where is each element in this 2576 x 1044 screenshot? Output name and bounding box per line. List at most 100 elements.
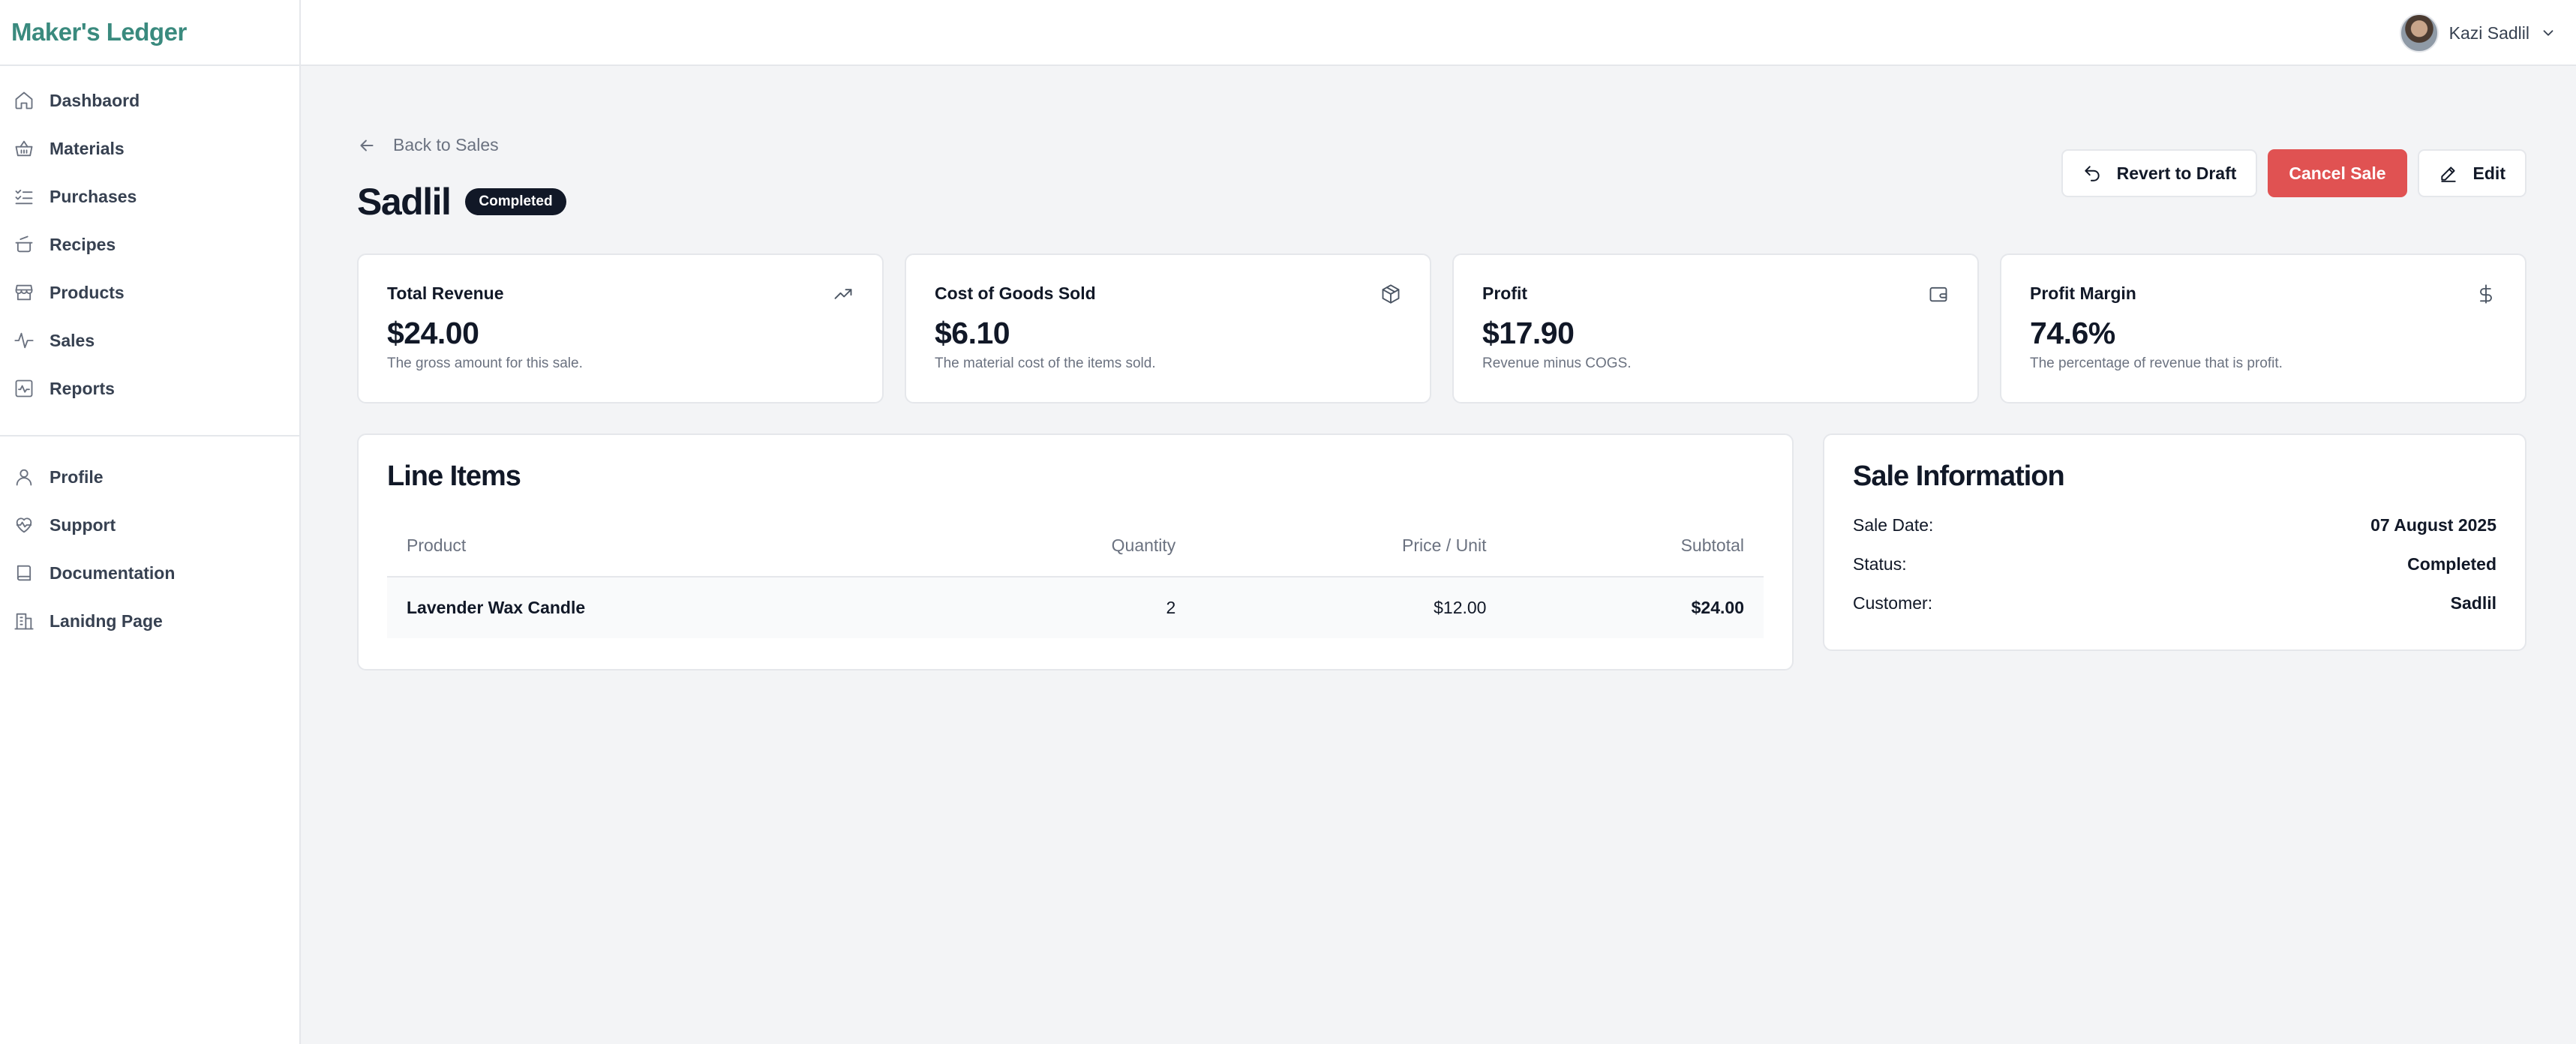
status-badge: Completed (465, 188, 566, 215)
edit-button-label: Edit (2472, 163, 2505, 183)
column-header-product: Product (387, 515, 935, 578)
sidebar-item-label: Dashbaord (50, 90, 140, 110)
undo-icon (2082, 164, 2102, 183)
package-icon (1380, 284, 1401, 304)
sale-information-title: Sale Information (1853, 460, 2065, 492)
stat-card-profit-margin: Profit Margin 74.6% The percentage of re… (2000, 254, 2526, 404)
cell-product: Lavender Wax Candle (387, 577, 935, 638)
stat-description: Revenue minus COGS. (1482, 356, 1632, 371)
info-label: Sale Date: (1853, 515, 1934, 535)
info-row-status: Status: Completed (1853, 554, 2496, 574)
sidebar-item-purchases[interactable]: Purchases (0, 172, 299, 220)
stat-value: $24.00 (387, 316, 479, 350)
back-to-sales-link[interactable]: Back to Sales (357, 135, 499, 155)
chevron-down-icon[interactable] (2540, 25, 2556, 41)
wallet-icon (1928, 284, 1949, 304)
cell-subtotal: $24.00 (1506, 577, 1764, 638)
page-title: Sadlil (357, 181, 452, 223)
stat-description: The material cost of the items sold. (935, 356, 1156, 371)
column-header-subtotal: Subtotal (1506, 515, 1764, 578)
user-icon (12, 465, 36, 489)
table-row: Lavender Wax Candle 2 $12.00 $24.00 (387, 577, 1764, 638)
edit-button[interactable]: Edit (2417, 149, 2526, 197)
line-items-table: Product Quantity Price / Unit Subtotal L… (387, 515, 1764, 638)
stat-value: 74.6% (2030, 316, 2115, 350)
sidebar-item-label: Recipes (50, 234, 116, 254)
stat-card-total-revenue: Total Revenue $24.00 The gross amount fo… (357, 254, 884, 404)
sidebar-item-landing-page[interactable]: Lanidng Page (0, 597, 299, 645)
sidebar-item-label: Products (50, 282, 125, 302)
sidebar-item-reports[interactable]: Reports (0, 364, 299, 412)
sidebar-item-label: Purchases (50, 186, 137, 206)
pencil-icon (2439, 164, 2458, 183)
sidebar-item-label: Materials (50, 138, 125, 158)
stat-cards: Total Revenue $24.00 The gross amount fo… (357, 254, 2526, 404)
home-icon (12, 88, 36, 112)
top-bar: Kazi Sadlil (301, 0, 2576, 66)
user-name[interactable]: Kazi Sadlil (2449, 23, 2529, 44)
line-items-card: Line Items Product Quantity Price / Unit… (357, 434, 1794, 670)
info-row-sale-date: Sale Date: 07 August 2025 (1853, 515, 2496, 536)
sidebar-item-profile[interactable]: Profile (0, 453, 299, 501)
sidebar-item-dashboard[interactable]: Dashbaord (0, 76, 299, 124)
stat-card-cogs: Cost of Goods Sold $6.10 The material co… (905, 254, 1431, 404)
back-link-label[interactable]: Back to Sales (393, 135, 499, 155)
secondary-nav: Profile Support Documentation Lanidng Pa… (0, 435, 299, 645)
store-icon (12, 280, 36, 304)
revert-button-label: Revert to Draft (2116, 163, 2237, 183)
basket-icon (12, 136, 36, 160)
page-actions: Revert to Draft Cancel Sale Edit (2061, 149, 2526, 197)
stat-title: Profit (1482, 284, 1528, 303)
stat-value: $17.90 (1482, 316, 1575, 350)
stat-value: $6.10 (935, 316, 1010, 350)
dollar-icon (2475, 284, 2496, 304)
arrow-left-icon (357, 136, 377, 155)
table-header-row: Product Quantity Price / Unit Subtotal (387, 515, 1764, 578)
stat-description: The gross amount for this sale. (387, 356, 583, 371)
info-value: 07 August 2025 (2370, 515, 2496, 535)
column-header-quantity: Quantity (935, 515, 1196, 578)
page-header: Sadlil Completed (357, 180, 566, 224)
list-checks-icon (12, 184, 36, 208)
building-icon (12, 609, 36, 633)
sidebar-item-label: Documentation (50, 562, 176, 583)
sidebar-item-products[interactable]: Products (0, 268, 299, 316)
stat-title: Cost of Goods Sold (935, 284, 1096, 303)
sidebar-item-materials[interactable]: Materials (0, 124, 299, 172)
avatar[interactable] (2399, 14, 2439, 52)
trending-up-icon (833, 284, 854, 304)
sidebar-item-label: Sales (50, 330, 95, 350)
sidebar-item-sales[interactable]: Sales (0, 316, 299, 364)
book-icon (12, 561, 36, 585)
sidebar: Maker's Ledger Dashbaord Materials Purch… (0, 0, 301, 1044)
user-menu[interactable]: Kazi Sadlil (2399, 9, 2556, 57)
info-value: Sadlil (2450, 593, 2496, 613)
brand-logo-text[interactable]: Maker's Ledger (11, 18, 187, 46)
column-header-price: Price / Unit (1195, 515, 1506, 578)
heart-pulse-icon (12, 513, 36, 537)
sidebar-item-recipes[interactable]: Recipes (0, 220, 299, 268)
cell-quantity: 2 (935, 577, 1196, 638)
chart-square-icon (12, 376, 36, 400)
sidebar-item-support[interactable]: Support (0, 501, 299, 549)
sidebar-item-documentation[interactable]: Documentation (0, 549, 299, 597)
info-label: Status: (1853, 554, 1907, 574)
brand[interactable]: Maker's Ledger (0, 0, 299, 66)
cell-price: $12.00 (1195, 577, 1506, 638)
sale-information-card: Sale Information Sale Date: 07 August 20… (1823, 434, 2526, 651)
info-value: Completed (2407, 554, 2496, 574)
revert-to-draft-button[interactable]: Revert to Draft (2061, 149, 2258, 197)
info-label: Customer: (1853, 593, 1933, 613)
main-nav: Dashbaord Materials Purchases Recipes Pr… (0, 66, 299, 412)
line-items-title: Line Items (387, 460, 521, 492)
sidebar-item-label: Support (50, 514, 116, 535)
cancel-button-label: Cancel Sale (2289, 163, 2386, 183)
activity-icon (12, 328, 36, 352)
sidebar-item-label: Lanidng Page (50, 610, 163, 631)
cooking-pot-icon (12, 232, 36, 256)
sidebar-item-label: Profile (50, 466, 104, 487)
sidebar-item-label: Reports (50, 378, 115, 398)
cancel-sale-button[interactable]: Cancel Sale (2268, 149, 2407, 197)
stat-title: Profit Margin (2030, 284, 2136, 303)
stat-card-profit: Profit $17.90 Revenue minus COGS. (1452, 254, 1979, 404)
